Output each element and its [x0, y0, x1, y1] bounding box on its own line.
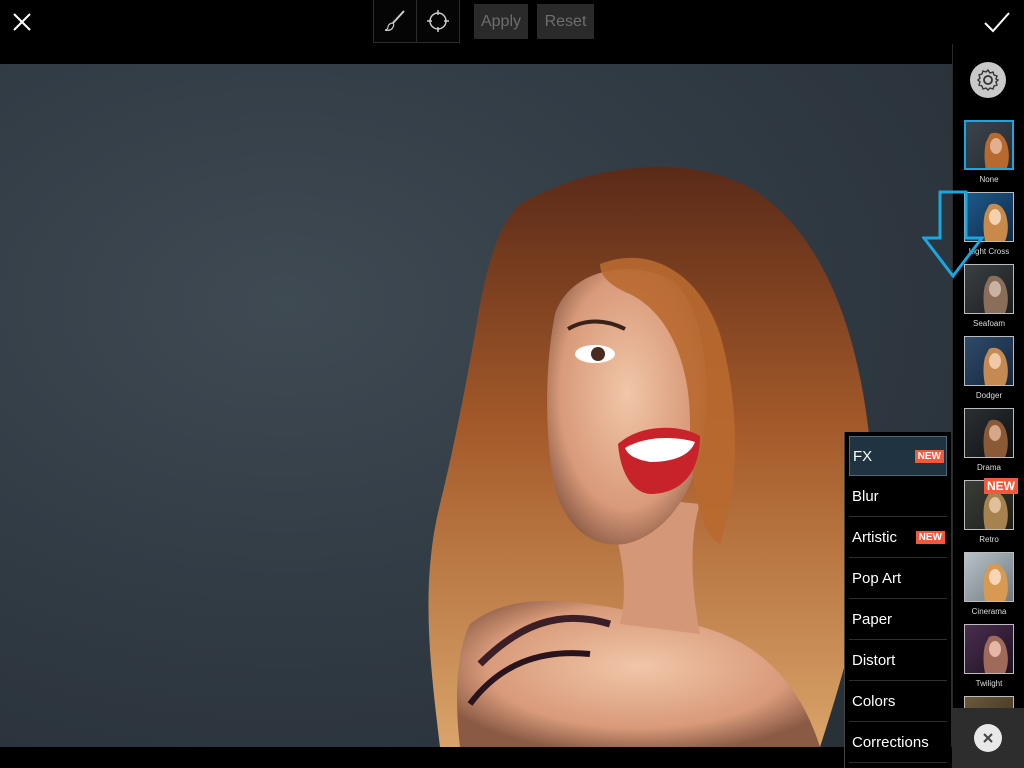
category-colors[interactable]: Colors: [849, 681, 947, 722]
portrait-photo: [428, 166, 873, 747]
effects-sidebar[interactable]: None Light Cross Seafoam Dodger Drama NE…: [952, 44, 1024, 708]
category-label: Paper: [852, 610, 893, 628]
reset-button[interactable]: Reset: [537, 4, 594, 39]
settings-button[interactable]: [970, 62, 1006, 98]
category-corrections[interactable]: Corrections: [849, 722, 947, 763]
close-panel-button[interactable]: [974, 724, 1002, 752]
effect-partial[interactable]: [964, 696, 1014, 708]
category-pop-art[interactable]: Pop Art: [849, 558, 947, 599]
canvas-top-margin: [0, 44, 952, 64]
category-label: Pop Art: [852, 569, 902, 587]
category-label: FX: [853, 447, 873, 465]
new-badge: NEW: [914, 449, 944, 463]
close-icon[interactable]: [6, 6, 38, 38]
effect-retro[interactable]: NEW Retro: [964, 478, 1018, 544]
new-badge: NEW: [984, 478, 1018, 494]
gear-icon: [977, 68, 1000, 91]
brush-icon: [384, 10, 405, 31]
category-label: Colors: [852, 692, 896, 710]
effect-light-cross[interactable]: Light Cross: [964, 192, 1014, 256]
category-label: Distort: [852, 651, 896, 669]
effect-thumbnail: [964, 696, 1014, 708]
effect-none[interactable]: None: [964, 120, 1014, 184]
effect-thumbnail: [964, 192, 1014, 242]
effect-label: Light Cross: [968, 247, 1010, 256]
effect-thumbnail: [964, 264, 1014, 314]
effect-seafoam[interactable]: Seafoam: [964, 264, 1014, 328]
effect-thumbnail: [964, 120, 1014, 170]
category-menu: FX NEW Blur Artistic NEW Pop Art Paper D…: [844, 432, 951, 768]
effect-label: None: [979, 175, 999, 184]
category-paper[interactable]: Paper: [849, 599, 947, 640]
category-fx[interactable]: FX NEW: [849, 436, 947, 476]
lasso-icon: [427, 10, 449, 32]
category-label: Artistic: [852, 528, 897, 546]
new-badge: NEW: [915, 530, 945, 544]
effect-drama[interactable]: Drama: [964, 408, 1014, 472]
top-toolbar: Apply Reset: [0, 0, 1024, 45]
effect-label: Seafoam: [972, 319, 1006, 328]
close-icon: [983, 733, 993, 743]
lasso-tool-button[interactable]: [417, 0, 460, 43]
photo-canvas[interactable]: [0, 64, 952, 747]
effect-dodger[interactable]: Dodger: [964, 336, 1014, 400]
category-blur[interactable]: Blur: [849, 476, 947, 517]
sidebar-close-area: [952, 708, 1024, 768]
category-distort[interactable]: Distort: [849, 640, 947, 681]
apply-button[interactable]: Apply: [474, 4, 528, 39]
category-label: Corrections: [852, 733, 929, 751]
category-artistic[interactable]: Artistic NEW: [849, 517, 947, 558]
category-label: Blur: [852, 487, 879, 505]
effect-label: Twilight: [975, 679, 1003, 688]
check-icon[interactable]: [980, 6, 1014, 38]
effect-label: Retro: [979, 535, 999, 544]
effect-twilight[interactable]: Twilight: [964, 624, 1014, 688]
effect-label: Dodger: [975, 391, 1003, 400]
effect-label: Cinerama: [971, 607, 1007, 616]
canvas-bottom-margin: [0, 747, 845, 768]
effect-thumbnail: [964, 624, 1014, 674]
tool-group: [373, 0, 460, 43]
effect-thumbnail: [964, 552, 1014, 602]
brush-tool-button[interactable]: [373, 0, 417, 43]
effect-label: Drama: [976, 463, 1001, 472]
effect-cinerama[interactable]: Cinerama: [964, 552, 1014, 616]
effect-thumbnail: [964, 336, 1014, 386]
effect-thumbnail: [964, 408, 1014, 458]
